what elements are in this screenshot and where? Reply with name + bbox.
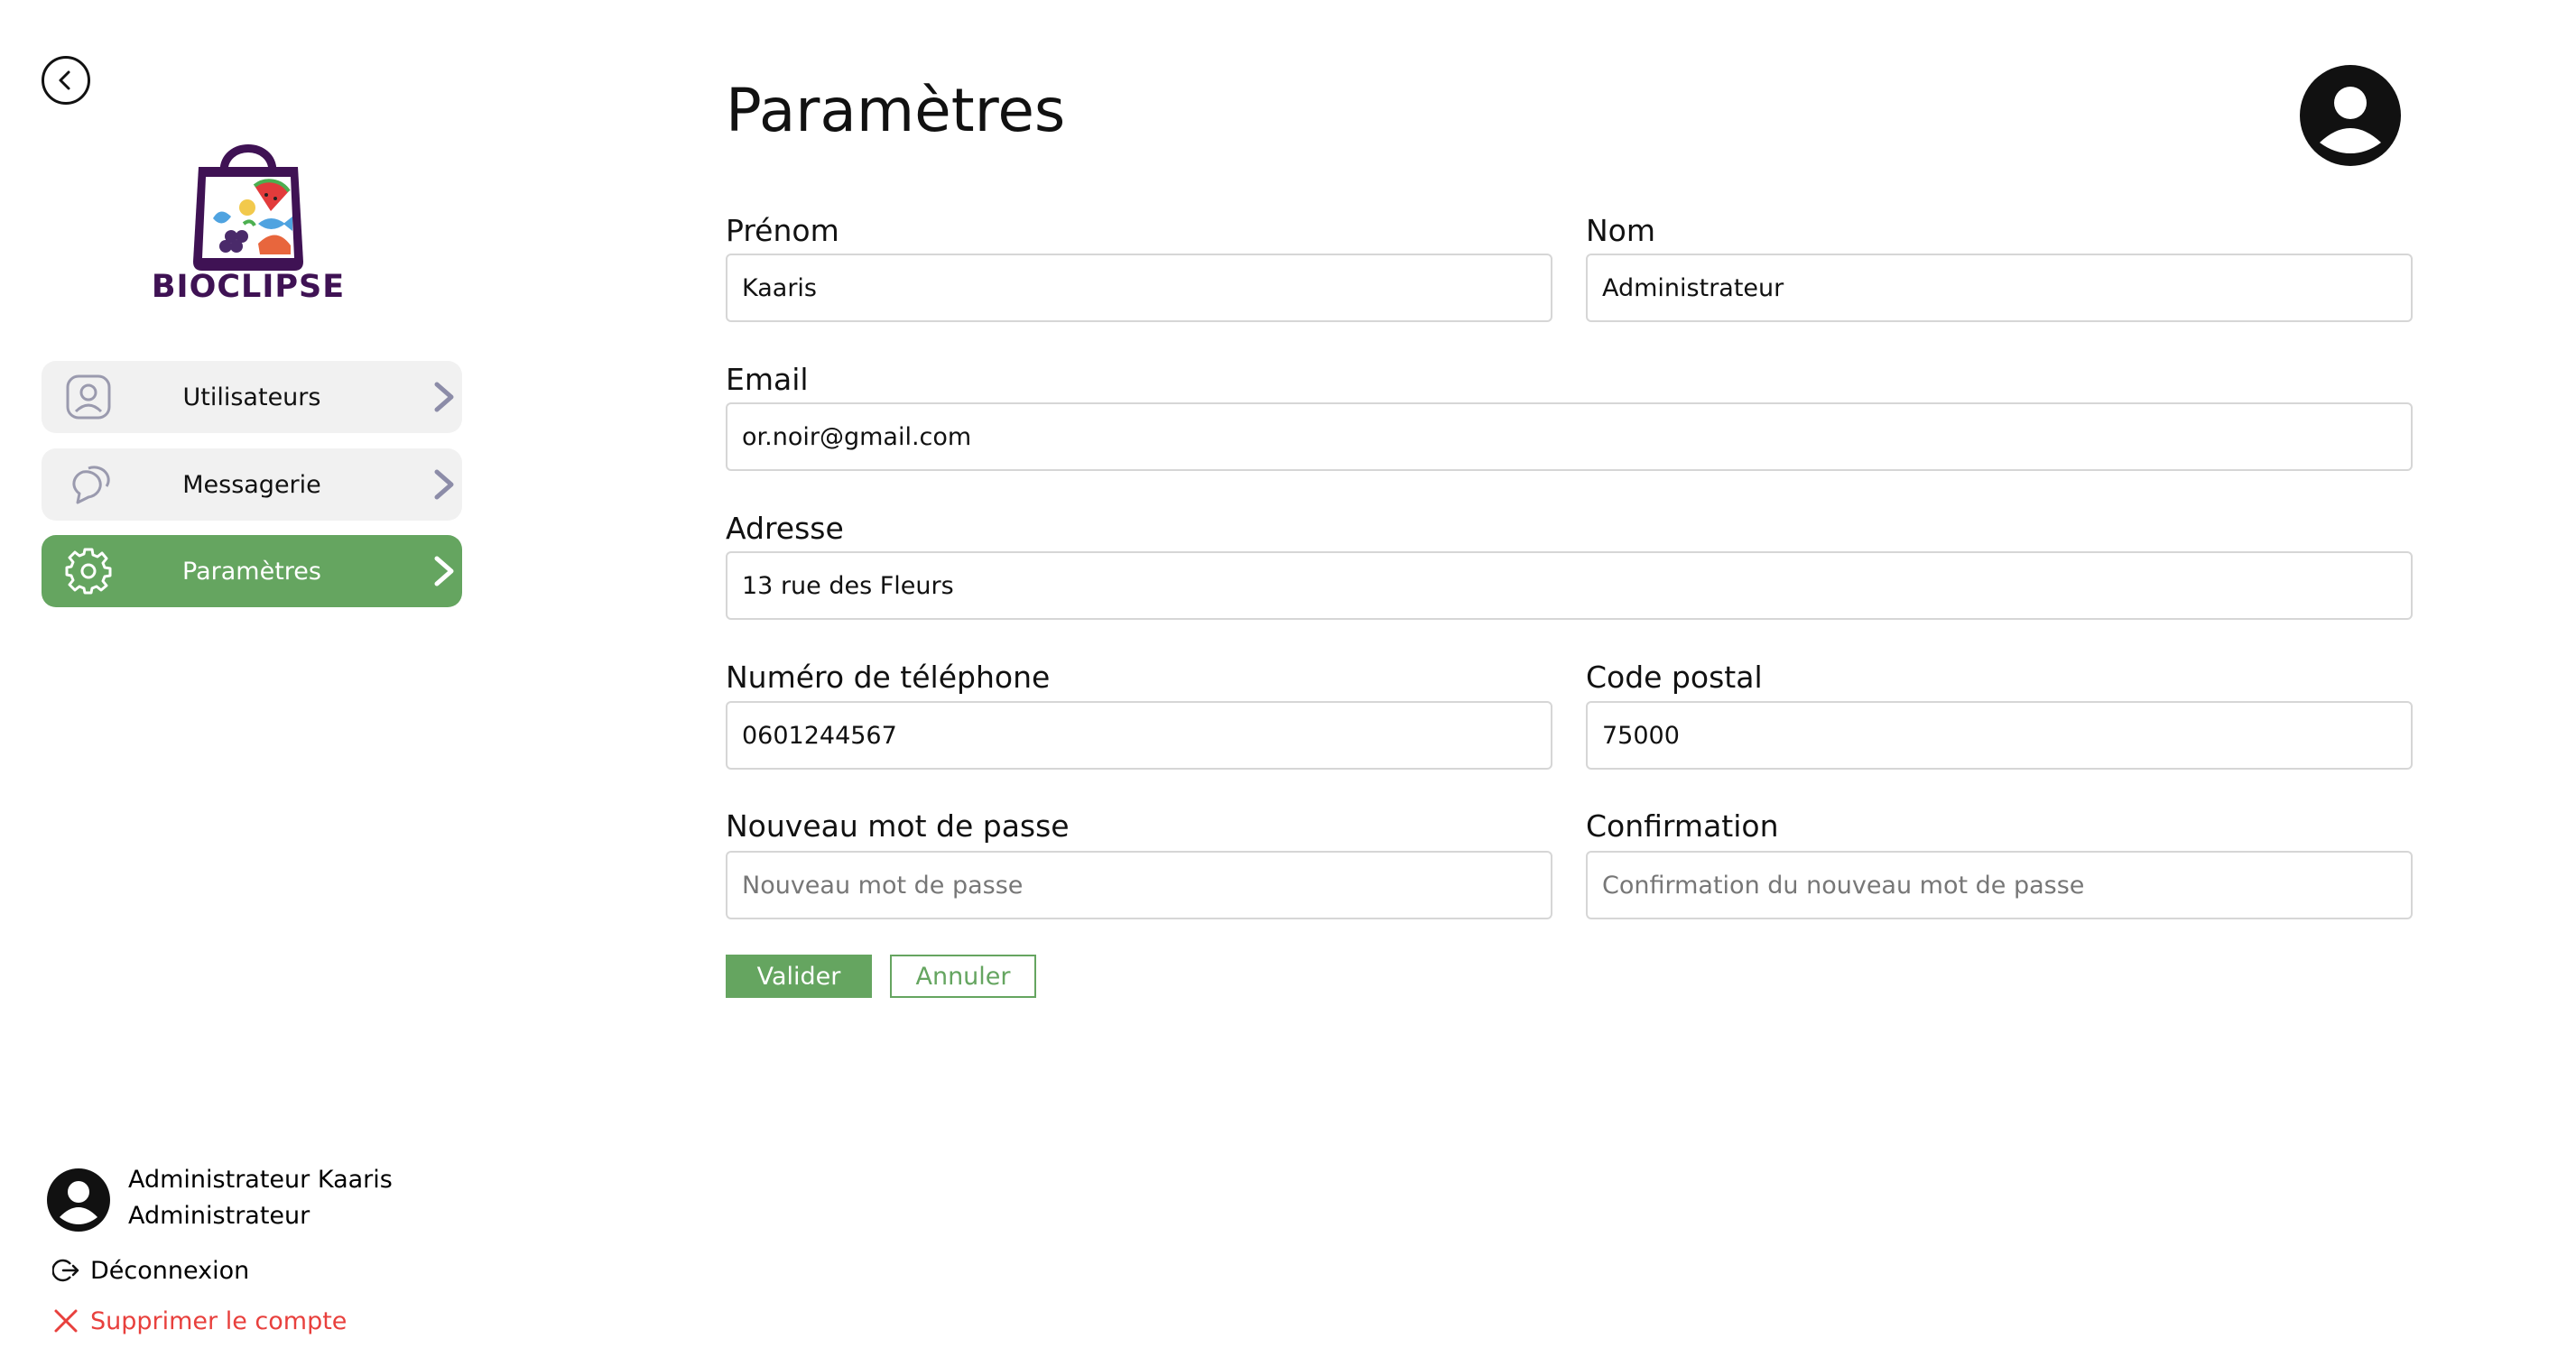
chevron-right-icon (434, 556, 454, 586)
avatar (47, 1168, 110, 1232)
sidebar-item-parametres[interactable]: Paramètres (42, 535, 462, 607)
sidebar-item-label: Utilisateurs (182, 383, 321, 411)
user-name: Administrateur Kaaris (128, 1166, 393, 1194)
adresse-label: Adresse (726, 511, 844, 546)
logout-button[interactable]: Déconnexion (52, 1254, 249, 1287)
profile-icon[interactable] (2300, 65, 2401, 166)
nouveau-mdp-label: Nouveau mot de passe (726, 808, 1070, 844)
chevron-right-icon (434, 469, 454, 500)
delete-account-label: Supprimer le compte (90, 1306, 347, 1335)
confirmation-field[interactable] (1586, 851, 2413, 919)
sidebar-item-label: Paramètres (182, 557, 321, 586)
nom-field[interactable] (1586, 254, 2413, 322)
sidebar-item-utilisateurs[interactable]: Utilisateurs (42, 361, 462, 433)
prenom-field[interactable] (726, 254, 1552, 322)
close-icon (54, 1309, 78, 1333)
cancel-button[interactable]: Annuler (890, 955, 1036, 998)
chevron-left-icon (59, 70, 70, 90)
sidebar-item-messagerie[interactable]: Messagerie (42, 448, 462, 521)
prenom-label: Prénom (726, 213, 839, 248)
logout-label: Déconnexion (90, 1256, 250, 1285)
logout-icon (52, 1259, 79, 1282)
telephone-label: Numéro de téléphone (726, 660, 1051, 695)
submit-button[interactable]: Valider (726, 955, 872, 998)
code-postal-field[interactable] (1586, 701, 2413, 770)
sidebar-item-label: Messagerie (182, 470, 321, 499)
page-title: Paramètres (726, 76, 1066, 145)
back-button[interactable] (42, 56, 90, 105)
delete-account-button[interactable]: Supprimer le compte (52, 1305, 347, 1337)
brand-name: BIOCLIPSE (151, 269, 346, 305)
code-postal-label: Code postal (1586, 660, 1763, 695)
nom-label: Nom (1586, 213, 1656, 248)
adresse-field[interactable] (726, 551, 2413, 620)
chevron-right-icon (434, 382, 454, 412)
email-field[interactable] (726, 402, 2413, 471)
user-role: Administrateur (128, 1202, 310, 1230)
email-label: Email (726, 362, 809, 397)
telephone-field[interactable] (726, 701, 1552, 770)
confirmation-label: Confirmation (1586, 808, 1779, 844)
nouveau-mdp-field[interactable] (726, 851, 1552, 919)
